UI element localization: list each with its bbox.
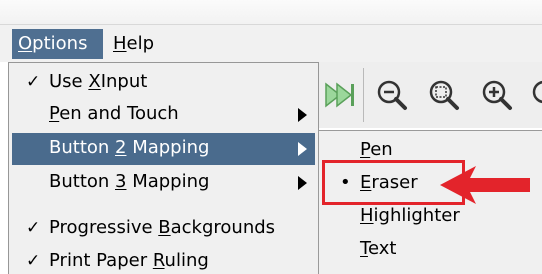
submenu-item-label: Text <box>360 238 397 259</box>
toolbar-separator <box>363 68 364 122</box>
submenu-item-label: Highlighter <box>360 205 460 226</box>
toolbar <box>318 62 542 128</box>
zoom-fit-icon[interactable] <box>425 76 463 114</box>
submenu-arrow-icon <box>298 108 307 122</box>
menu-options-label: ptions <box>32 33 88 54</box>
menu-help[interactable]: Help <box>107 29 159 59</box>
menu-item-label: Button 2 Mapping <box>49 137 210 158</box>
check-icon: ✓ <box>26 251 41 271</box>
application-window: Options Help ✓ Use XInput Pen and Touch … <box>0 0 542 274</box>
options-menu: ✓ Use XInput Pen and Touch Button 2 Mapp… <box>8 62 319 274</box>
menu-options-mnemonic: O <box>18 33 33 54</box>
zoom-in-icon[interactable] <box>478 76 516 114</box>
zoom-out-icon[interactable] <box>373 76 411 114</box>
menubar: Options Help <box>0 24 542 62</box>
next-page-icon[interactable] <box>320 76 358 114</box>
menu-item-label: Button 3 Mapping <box>49 171 210 192</box>
submenu-item-text[interactable]: Text <box>319 234 542 266</box>
menu-item-button-2-mapping[interactable]: Button 2 Mapping <box>12 133 315 165</box>
menu-help-label: elp <box>126 33 155 54</box>
menu-item-use-xinput[interactable]: ✓ Use XInput <box>12 67 315 99</box>
submenu-arrow-icon <box>298 176 307 190</box>
menu-item-print-paper-ruling[interactable]: ✓ Print Paper Ruling <box>12 246 315 274</box>
menu-item-label: Print Paper Ruling <box>49 250 209 271</box>
menu-item-progressive-backgrounds[interactable]: ✓ Progressive Backgrounds <box>12 213 315 245</box>
annotation-arrow-icon <box>440 166 530 204</box>
check-icon: ✓ <box>26 218 41 238</box>
menu-item-label: Progressive Backgrounds <box>49 217 276 238</box>
menu-item-label: Pen and Touch <box>49 103 179 124</box>
menu-options[interactable]: Options <box>12 29 103 59</box>
menu-item-label: Use XInput <box>49 71 148 92</box>
menu-item-button-3-mapping[interactable]: Button 3 Mapping <box>12 167 315 199</box>
submenu-item-label: Pen <box>360 139 393 160</box>
zoom-icon-partial[interactable] <box>528 76 542 114</box>
menu-help-mnemonic: H <box>113 33 127 54</box>
title-strip <box>0 0 542 24</box>
check-icon: ✓ <box>26 72 41 92</box>
submenu-arrow-icon <box>298 142 307 156</box>
menu-item-pen-and-touch[interactable]: Pen and Touch <box>12 99 315 131</box>
